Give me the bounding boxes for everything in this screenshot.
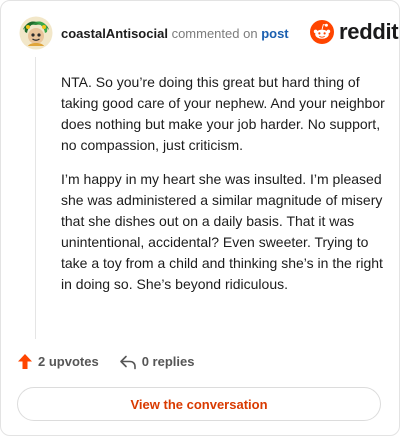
- thread-line: [35, 57, 36, 339]
- comment-paragraph: NTA. So you’re doing this great but hard…: [61, 74, 385, 153]
- commented-on-text: commented on: [171, 26, 258, 41]
- avatar[interactable]: [19, 16, 53, 50]
- replies-count: 0 replies: [141, 354, 195, 369]
- upvotes-count: 2 upvotes: [38, 354, 99, 369]
- view-conversation-button[interactable]: View the conversation: [17, 387, 381, 421]
- avatar-image: [19, 16, 53, 50]
- upvotes-stat[interactable]: 2 upvotes: [17, 353, 99, 370]
- reddit-snoo-icon: [310, 20, 334, 44]
- reddit-wordmark: reddit: [339, 19, 399, 44]
- comment-card: coastalAntisocial commented on post redd…: [0, 0, 400, 436]
- comment-actions: 2 upvotes 0 replies: [17, 353, 194, 370]
- post-link[interactable]: post: [261, 26, 288, 41]
- comment-header: coastalAntisocial commented on post: [61, 26, 289, 41]
- reply-arrow-icon: [119, 355, 136, 369]
- username-link[interactable]: coastalAntisocial: [61, 26, 168, 41]
- replies-stat[interactable]: 0 replies: [119, 354, 195, 370]
- reddit-logo[interactable]: reddit: [310, 19, 399, 45]
- comment-paragraph: I’m happy in my heart she was insulted. …: [61, 171, 383, 292]
- upvote-arrow-icon: [18, 354, 32, 369]
- comment-body: NTA. So you’re doing this great but hard…: [61, 72, 387, 308]
